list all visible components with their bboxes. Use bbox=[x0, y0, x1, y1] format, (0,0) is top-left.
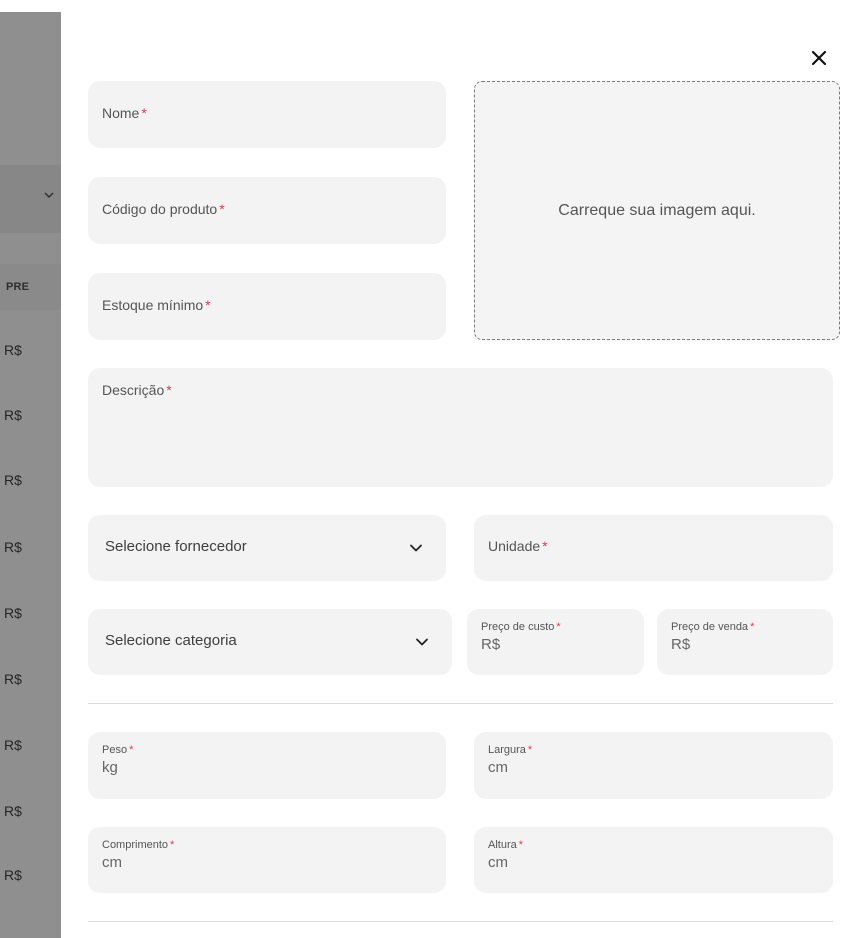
chevron-down-icon bbox=[410, 544, 422, 552]
required-mark: * bbox=[542, 538, 548, 554]
upload-prompt: Carreque sua imagem aqui. bbox=[558, 202, 756, 219]
length-field[interactable]: Comprimento * cm bbox=[88, 827, 446, 893]
background-cell: R$ bbox=[4, 407, 22, 423]
unit-field[interactable]: Unidade * bbox=[474, 515, 833, 581]
required-mark: * bbox=[219, 201, 225, 217]
background-cell: R$ bbox=[4, 803, 22, 819]
category-select[interactable]: Selecione categoria bbox=[88, 609, 452, 675]
width-label: Largura bbox=[488, 744, 526, 756]
height-label: Altura bbox=[488, 839, 517, 851]
required-mark: * bbox=[527, 744, 533, 756]
background-cell: R$ bbox=[4, 472, 22, 488]
background-cell: R$ bbox=[4, 342, 22, 358]
supplier-select-label: Selecione fornecedor bbox=[105, 538, 247, 555]
required-mark: * bbox=[166, 382, 172, 398]
category-select-label: Selecione categoria bbox=[105, 632, 237, 649]
cost-price-field[interactable]: Preço de custo * R$ bbox=[467, 609, 644, 675]
sale-price-prefix: R$ bbox=[671, 636, 691, 653]
background-cell: R$ bbox=[4, 737, 22, 753]
width-unit: cm bbox=[488, 759, 508, 776]
name-label: Nome bbox=[102, 105, 140, 121]
required-mark: * bbox=[556, 621, 561, 633]
height-field[interactable]: Altura * cm bbox=[474, 827, 833, 893]
weight-unit: kg bbox=[102, 759, 118, 776]
image-upload-area[interactable]: Carreque sua imagem aqui. bbox=[474, 81, 840, 340]
cost-price-label: Preço de custo bbox=[481, 621, 555, 633]
background-cell: R$ bbox=[4, 539, 22, 555]
background-column-header: PRE bbox=[6, 281, 30, 293]
required-mark: * bbox=[518, 839, 524, 851]
background-page: PRE R$ R$ R$ R$ R$ R$ R$ R$ R$ bbox=[0, 0, 61, 938]
unit-label: Unidade bbox=[488, 538, 541, 554]
cost-price-prefix: R$ bbox=[481, 636, 501, 653]
length-unit: cm bbox=[102, 854, 122, 871]
chevron-down-icon bbox=[44, 192, 54, 198]
product-code-field[interactable]: Código do produto * bbox=[88, 177, 446, 244]
length-label: Comprimento bbox=[102, 839, 169, 851]
required-mark: * bbox=[205, 297, 211, 313]
section-divider bbox=[88, 921, 833, 922]
height-unit: cm bbox=[488, 854, 508, 871]
background-cell: R$ bbox=[4, 671, 22, 687]
required-mark: * bbox=[129, 744, 134, 756]
required-mark: * bbox=[750, 621, 755, 633]
sale-price-field[interactable]: Preço de venda * R$ bbox=[657, 609, 833, 675]
min-stock-label: Estoque mínimo bbox=[102, 297, 204, 313]
supplier-select[interactable]: Selecione fornecedor bbox=[88, 515, 446, 581]
section-divider bbox=[88, 703, 833, 704]
product-code-label: Código do produto bbox=[102, 201, 218, 217]
width-field[interactable]: Largura * cm bbox=[474, 732, 833, 799]
close-icon[interactable] bbox=[808, 47, 830, 69]
background-top-gap bbox=[0, 0, 61, 12]
required-mark: * bbox=[141, 105, 147, 121]
weight-label: Peso bbox=[102, 744, 128, 756]
min-stock-field[interactable]: Estoque mínimo * bbox=[88, 273, 446, 340]
name-field[interactable]: Nome * bbox=[88, 81, 446, 148]
chevron-down-icon bbox=[416, 638, 428, 646]
sale-price-label: Preço de venda bbox=[671, 621, 749, 633]
description-field[interactable]: Descrição * bbox=[88, 368, 833, 487]
background-cell: R$ bbox=[4, 605, 22, 621]
required-mark: * bbox=[170, 839, 175, 851]
weight-field[interactable]: Peso * kg bbox=[88, 732, 446, 799]
background-cell: R$ bbox=[4, 867, 22, 883]
description-label: Descrição bbox=[102, 382, 165, 398]
